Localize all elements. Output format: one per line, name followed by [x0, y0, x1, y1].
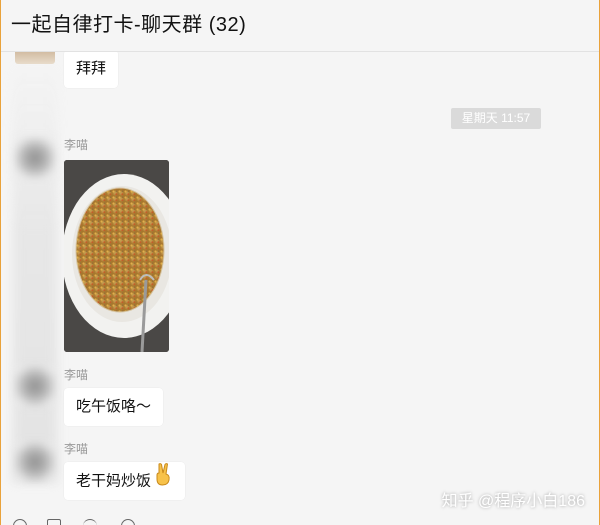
input-toolbar — [1, 519, 599, 525]
folder-icon[interactable] — [47, 519, 61, 525]
avatar[interactable] — [15, 442, 55, 482]
watermark: 知乎 @程序小白186 — [441, 493, 585, 510]
victory-hand-icon — [153, 462, 173, 501]
message-list[interactable]: 拜拜 星期天 11:57 李喵 李喵 吃午饭咯～ 李喵 老干妈炒饭 — [1, 52, 599, 525]
avatar[interactable] — [15, 138, 55, 178]
message-bubble[interactable]: 拜拜 — [64, 52, 119, 88]
message-text: 拜拜 — [76, 60, 107, 77]
avatar-column — [13, 62, 57, 482]
chat-history-icon[interactable] — [121, 519, 135, 525]
avatar[interactable] — [15, 52, 55, 64]
fried-rice-photo — [64, 160, 169, 352]
message-text: 吃午饭咯～ — [76, 398, 152, 415]
emoji-icon[interactable] — [13, 519, 27, 525]
sender-name: 李喵 — [64, 368, 89, 382]
message-bubble[interactable]: 老干妈炒饭 — [64, 462, 186, 501]
message-image[interactable] — [64, 160, 169, 352]
avatar[interactable] — [15, 366, 55, 406]
chat-header: 一起自律打卡-聊天群 (32) — [1, 0, 599, 52]
time-divider: 星期天 11:57 — [451, 108, 541, 129]
sender-name: 李喵 — [64, 138, 89, 152]
sender-name: 李喵 — [64, 442, 89, 456]
chat-title: 一起自律打卡-聊天群 (32) — [11, 14, 247, 36]
message-text: 老干妈炒饭 — [76, 472, 152, 490]
message-bubble[interactable]: 吃午饭咯～ — [64, 388, 164, 426]
scissors-icon[interactable] — [83, 519, 97, 525]
